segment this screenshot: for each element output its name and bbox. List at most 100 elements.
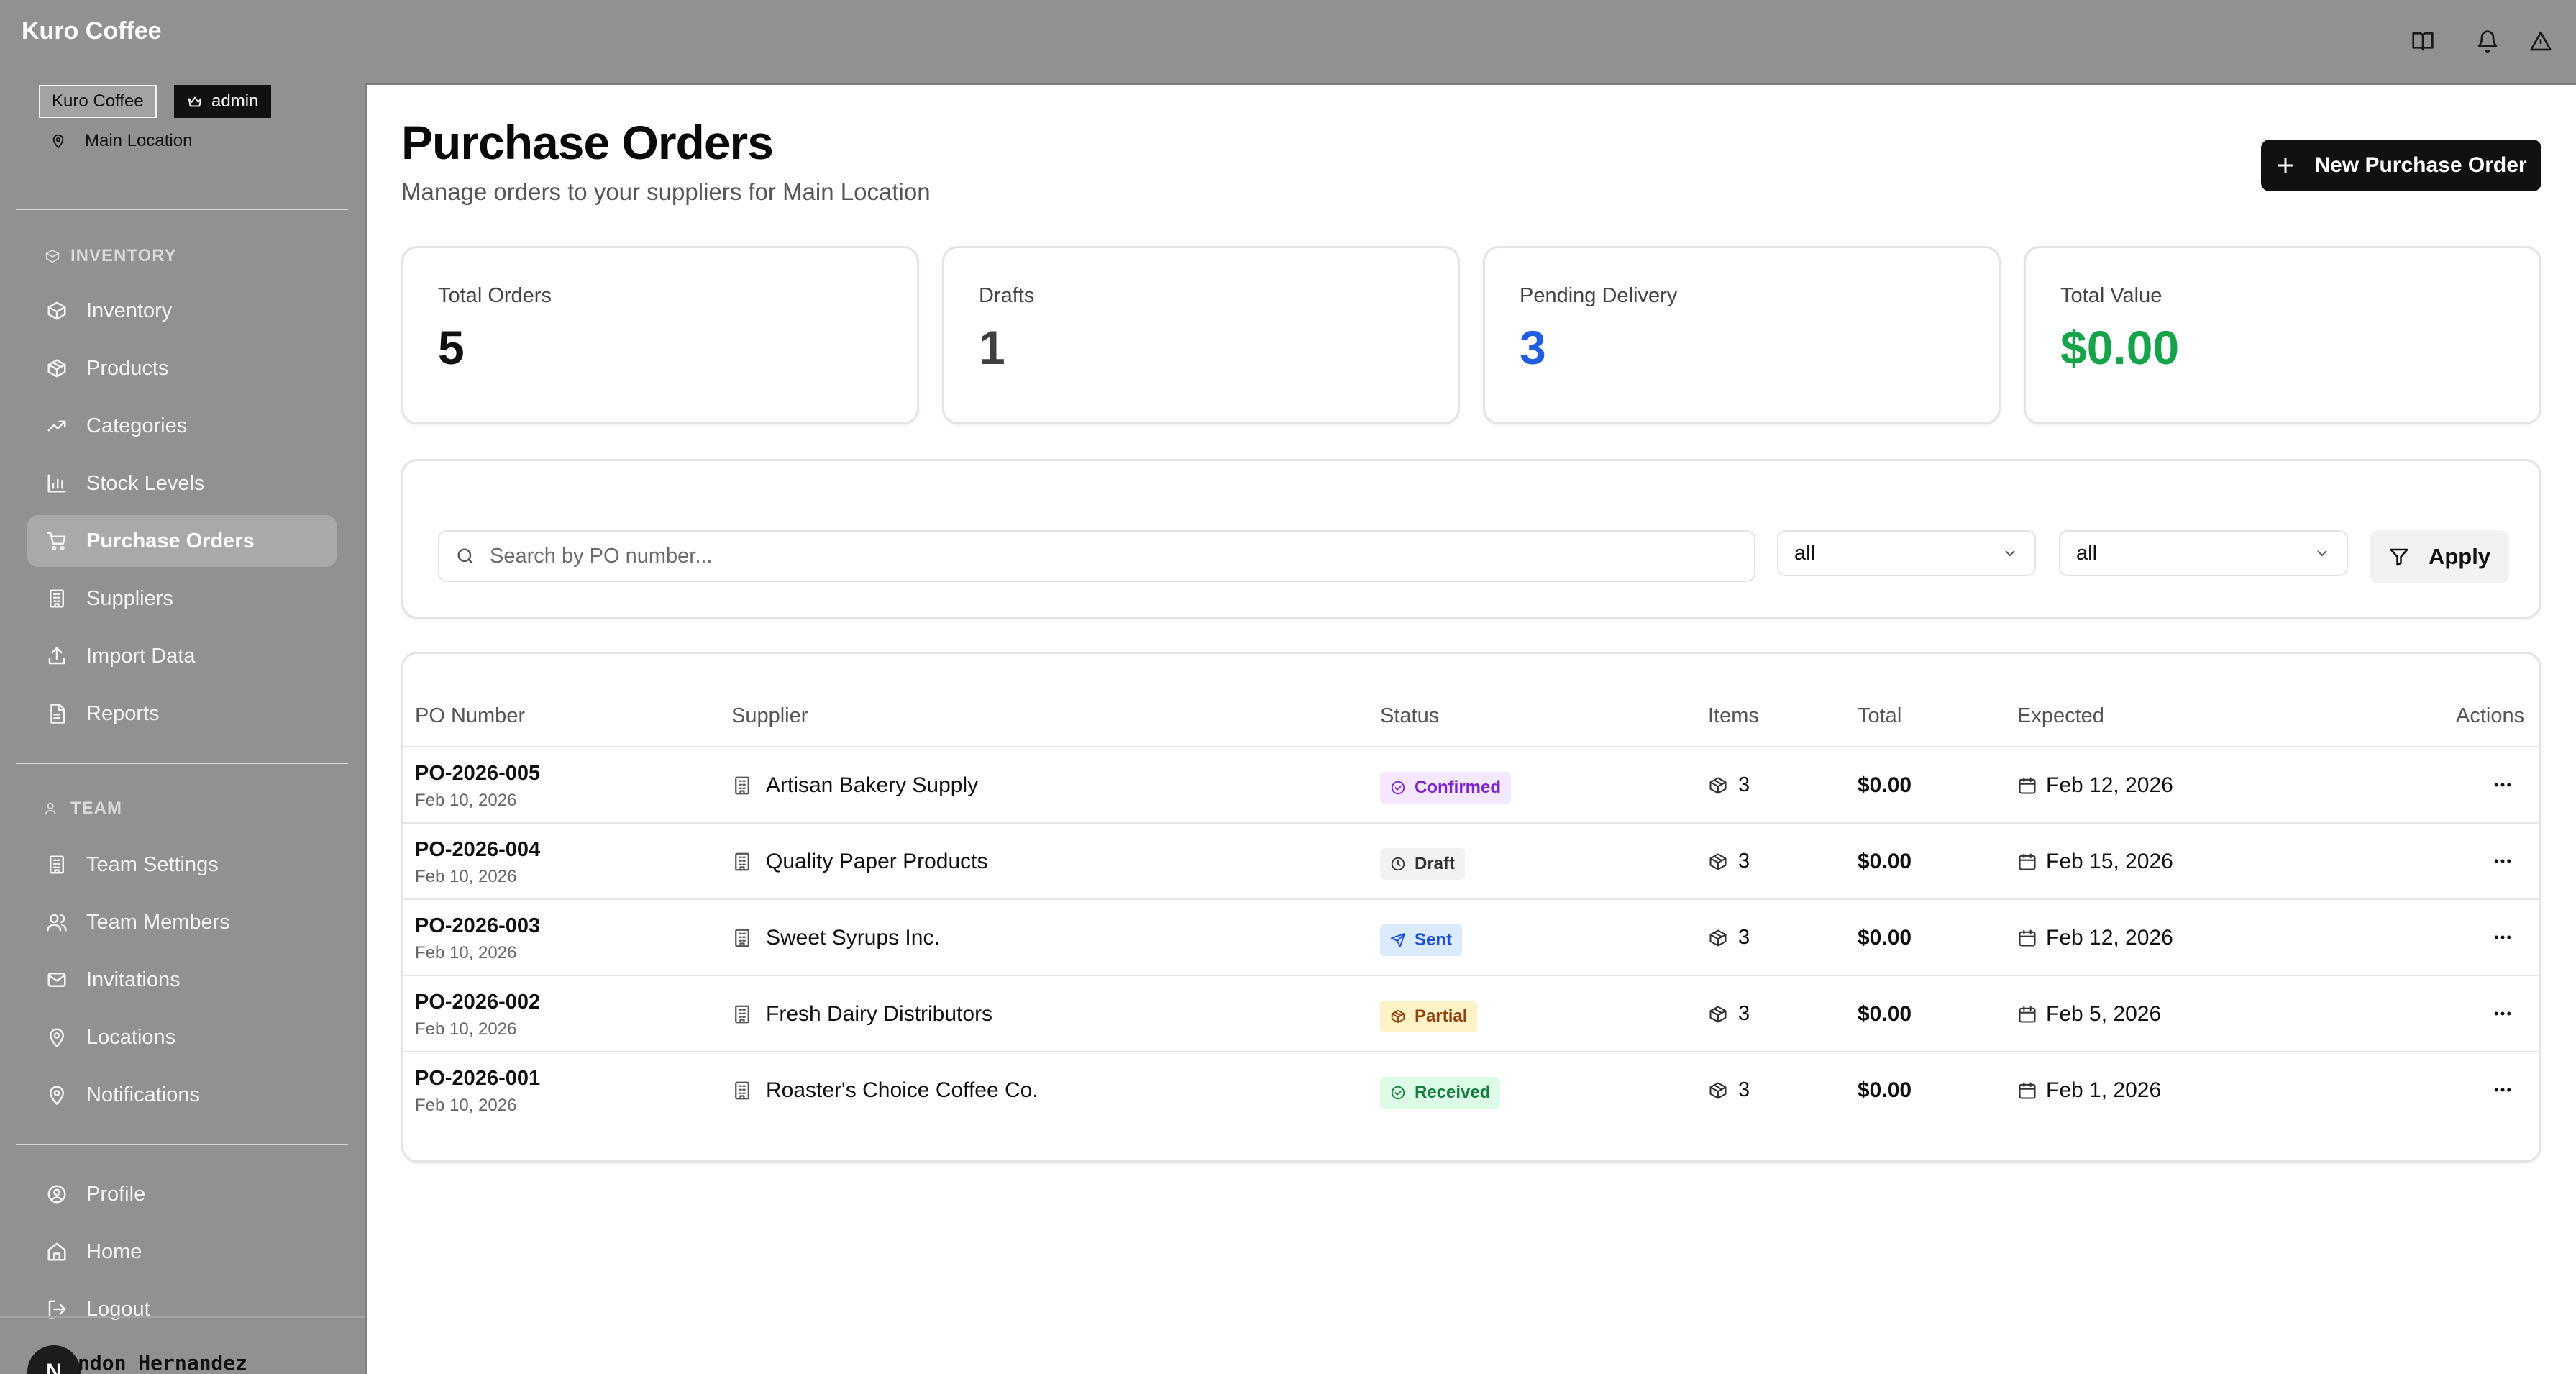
items-count: 3: [1738, 926, 1750, 949]
row-actions-button[interactable]: [2485, 845, 2521, 877]
building-icon: [735, 1005, 749, 1024]
sidebar-item-notifications[interactable]: Notifications: [27, 1069, 337, 1121]
po-date: Feb 10, 2026: [415, 1096, 517, 1115]
stat-value: 3: [1520, 321, 1546, 374]
package-icon: [1391, 1009, 1405, 1024]
status-badge: Confirmed: [1380, 772, 1511, 804]
column-header-supplier[interactable]: Supplier: [731, 704, 808, 728]
page-title: Purchase Orders: [401, 116, 774, 169]
items-count: 3: [1738, 850, 1750, 873]
table-row[interactable]: PO-2026-001 Feb 10, 2026 Roaster's Choice …: [403, 1052, 2539, 1129]
sidebar-item-label: Suppliers: [86, 586, 173, 610]
supplier-name: Fresh Dairy Distributors: [766, 1002, 993, 1026]
sidebar-item-stock-levels[interactable]: Stock Levels: [27, 458, 337, 509]
table-row[interactable]: PO-2026-002 Feb 10, 2026 Fresh Dairy Distr…: [403, 976, 2539, 1052]
sidebar-item-team-members[interactable]: Team Members: [27, 896, 337, 948]
sidebar-item-reports[interactable]: Reports: [27, 688, 337, 740]
column-header-actions: Actions: [2456, 704, 2525, 727]
row-actions-button[interactable]: [2485, 922, 2521, 953]
sidebar-item-suppliers[interactable]: Suppliers: [27, 573, 337, 624]
sidebar-item-inventory[interactable]: Inventory: [27, 285, 337, 337]
items-count: 3: [1738, 773, 1750, 796]
sidebar-item-label: Invitations: [86, 968, 181, 991]
order-total: $0.00: [1858, 1078, 1912, 1102]
po-date: Feb 10, 2026: [415, 1019, 517, 1039]
po-number[interactable]: PO-2026-003: [415, 914, 540, 938]
sidebar-item-locations[interactable]: Locations: [27, 1011, 337, 1063]
row-actions-button[interactable]: [2485, 769, 2521, 801]
sidebar-item-label: Stock Levels: [86, 471, 205, 495]
po-date: Feb 10, 2026: [415, 943, 517, 963]
stat-label: Total Orders: [438, 284, 552, 307]
package-icon: [1709, 1005, 1727, 1023]
sidebar-item-team-settings[interactable]: Team Settings: [27, 839, 337, 891]
expected-cell: Feb 1, 2026: [2017, 1078, 2161, 1103]
sidebar-item-label: Notifications: [86, 1083, 200, 1106]
table-row[interactable]: PO-2026-004 Feb 10, 2026 Quality Paper Pro…: [403, 824, 2539, 900]
column-header-po-number[interactable]: PO Number: [415, 704, 525, 728]
items-cell: 3: [1708, 1002, 1750, 1026]
check-circle-icon: [1391, 781, 1405, 795]
column-header-status[interactable]: Status: [1380, 704, 1439, 728]
package-icon: [1709, 1081, 1727, 1099]
supplier-name: Roaster's Choice Coffee Co.: [766, 1078, 1038, 1102]
sidebar-item-home[interactable]: Home: [27, 1226, 337, 1278]
calendar-icon: [2019, 1082, 2036, 1099]
po-number[interactable]: PO-2026-004: [415, 838, 540, 862]
new-button-label: New Purchase Order: [2314, 153, 2527, 177]
map-pin-icon: [52, 134, 64, 149]
section-inventory: INVENTORY: [45, 246, 177, 266]
file-icon: [50, 704, 65, 724]
send-icon: [1390, 932, 1406, 948]
expected-date: Feb 5, 2026: [2046, 1002, 2162, 1026]
po-number[interactable]: PO-2026-005: [415, 762, 540, 786]
current-location[interactable]: Main Location: [50, 131, 192, 151]
row-actions-button[interactable]: [2485, 1074, 2521, 1106]
org-badge[interactable]: Kuro Coffee: [39, 85, 157, 118]
stat-label: Total Value: [2060, 284, 2162, 307]
sidebar-item-label: Purchase Orders: [86, 529, 255, 552]
users-icon: [47, 914, 67, 932]
table-row[interactable]: PO-2026-003 Feb 10, 2026 Sweet Syrups Inc.…: [403, 900, 2539, 976]
user-menu[interactable]: N ndon Hernandez: [0, 1316, 365, 1374]
supplier-name: Quality Paper Products: [766, 850, 988, 873]
sidebar-item-label: Locations: [86, 1025, 176, 1049]
bell-icon[interactable]: [2468, 22, 2507, 60]
avatar[interactable]: N: [27, 1345, 81, 1374]
po-number[interactable]: PO-2026-002: [415, 991, 540, 1014]
section-inventory-label: INVENTORY: [70, 246, 177, 265]
purchase-orders-table: PO Number Supplier Status Items Total Ex…: [401, 652, 2541, 1163]
new-purchase-order-button[interactable]: New Purchase Order: [2261, 140, 2541, 191]
column-header-total[interactable]: Total: [1858, 704, 1901, 728]
items-cell: 3: [1708, 850, 1750, 873]
po-date: Feb 10, 2026: [415, 867, 517, 886]
alert-triangle-icon[interactable]: [2521, 22, 2560, 60]
apply-filter-button[interactable]: Apply: [2370, 530, 2509, 583]
search-box[interactable]: [438, 530, 1755, 582]
book-icon[interactable]: [2403, 22, 2442, 60]
sidebar-item-categories[interactable]: Categories: [27, 400, 337, 452]
supplier-select[interactable]: all: [2059, 530, 2348, 576]
building-icon: [735, 1081, 749, 1100]
users-icon: [45, 802, 56, 815]
sidebar-item-label: Inventory: [86, 299, 173, 322]
search-input[interactable]: [488, 543, 1754, 569]
order-total: $0.00: [1858, 773, 1912, 797]
sidebar-item-label: Products: [86, 356, 169, 380]
sidebar-item-products[interactable]: Products: [27, 342, 337, 394]
sidebar-item-purchase-orders[interactable]: Purchase Orders: [27, 515, 337, 567]
stat-card-total-orders: Total Orders 5: [401, 246, 919, 424]
sidebar-item-profile[interactable]: Profile: [27, 1168, 337, 1220]
column-header-items[interactable]: Items: [1708, 704, 1759, 728]
sidebar-item-invitations[interactable]: Invitations: [27, 954, 337, 1006]
status-select[interactable]: all: [1777, 530, 2036, 576]
po-number[interactable]: PO-2026-001: [415, 1067, 540, 1091]
sidebar: Kuro Coffee Kuro Coffee admin Main Locat…: [0, 0, 367, 1374]
table-row[interactable]: PO-2026-005 Feb 10, 2026 Artisan Bakery Su…: [403, 747, 2539, 824]
row-actions-button[interactable]: [2485, 998, 2521, 1029]
map-pin-icon: [50, 1086, 64, 1105]
mail-icon: [47, 973, 66, 987]
sidebar-item-label: Reports: [86, 701, 160, 725]
sidebar-item-import-data[interactable]: Import Data: [27, 630, 337, 682]
column-header-expected[interactable]: Expected: [2017, 704, 2104, 728]
